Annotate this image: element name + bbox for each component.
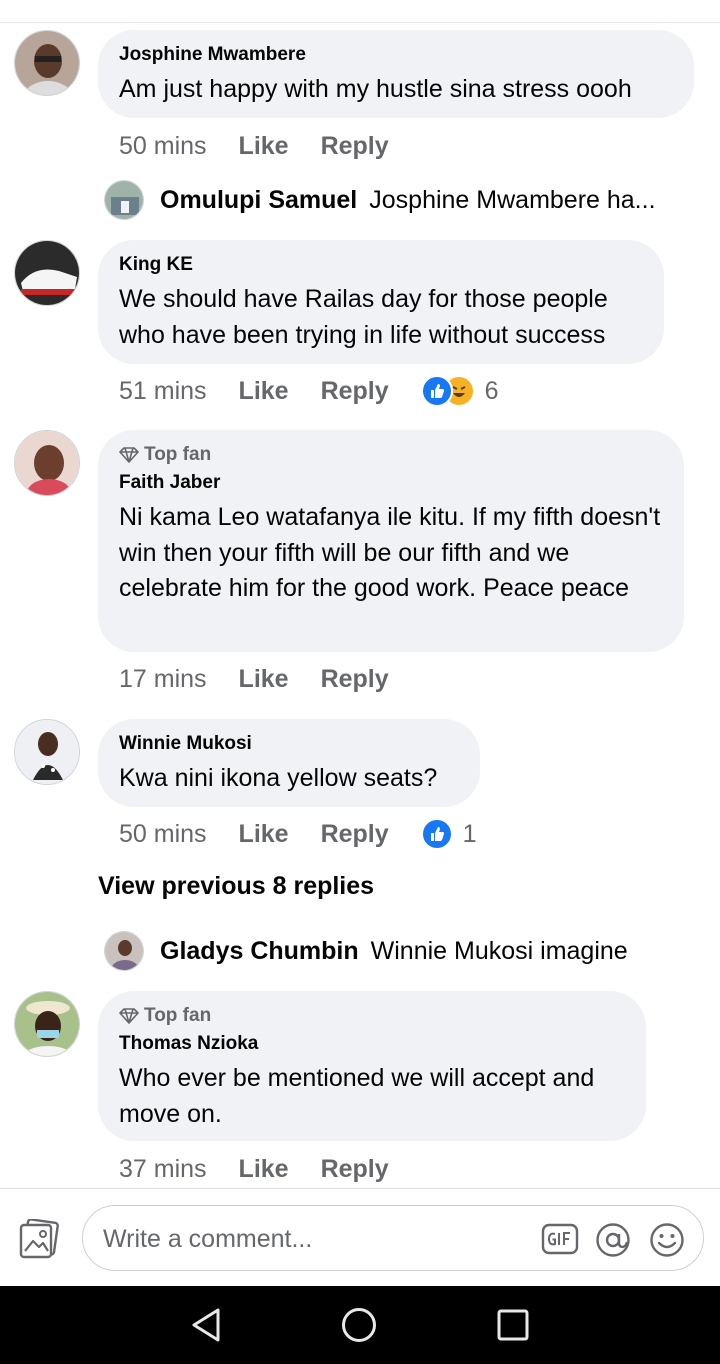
comment-input[interactable] [101,1218,525,1260]
comment-actions: 51 mins Like Reply 6 [119,371,499,411]
comment-actions: 50 mins Like Reply [119,126,421,166]
comment-actions: 17 mins Like Reply [119,659,421,699]
like-reaction-icon [420,818,453,850]
top-divider [0,22,720,23]
reply-button[interactable]: Reply [321,820,389,849]
comment-actions: 37 mins Like Reply [119,1149,421,1189]
like-button[interactable]: Like [239,665,289,694]
comment-bubble: Josphine Mwambere Am just happy with my … [98,30,694,118]
emoji-icon[interactable] [649,1222,685,1263]
back-icon[interactable] [188,1306,224,1349]
like-button[interactable]: Like [239,1155,289,1184]
reaction-count: 1 [462,819,477,848]
comment-composer-bar [0,1188,720,1287]
comment-text: We should have Railas day for those peop… [119,285,608,349]
reply-text: Josphine Mwambere ha... [369,185,656,214]
comment-time[interactable]: 50 mins [119,132,207,161]
reply-preview[interactable]: Omulupi Samuel Josphine Mwambere ha... [104,178,656,222]
comment-text: Ni kama Leo watafanya ile kitu. If my fi… [119,503,661,602]
like-reaction-icon [420,375,453,407]
mention-icon[interactable] [595,1222,631,1263]
comment-text: Kwa nini ikona yellow seats? [119,764,438,792]
like-button[interactable]: Like [239,377,289,406]
comment-author[interactable]: Winnie Mukosi [119,733,458,755]
comment-time[interactable]: 50 mins [119,820,207,849]
comment-author[interactable]: Faith Jaber [119,472,662,494]
comment-time[interactable]: 17 mins [119,665,207,694]
comment-author[interactable]: King KE [119,254,642,276]
gif-icon[interactable] [541,1222,579,1261]
comment-bubble: Top fan Thomas Nzioka Who ever be mentio… [98,991,646,1141]
reply-text: Winnie Mukosi imagine [370,936,628,965]
like-button[interactable]: Like [239,820,289,849]
top-fan-badge: Top fan [119,444,662,466]
top-fan-label: Top fan [144,1005,212,1026]
comment-author[interactable]: Josphine Mwambere [119,44,672,66]
reaction-count: 6 [484,376,499,405]
system-nav-bar [0,1286,720,1364]
reply-author: Omulupi Samuel [160,185,358,214]
reply-button[interactable]: Reply [321,1155,389,1184]
reply-preview[interactable]: Gladys Chumbin Winnie Mukosi imagine [104,929,628,973]
diamond-icon [119,1008,139,1024]
comment-bubble: King KE We should have Railas day for th… [98,240,664,364]
reactions-summary[interactable]: 6 [420,375,499,407]
reply-button[interactable]: Reply [321,665,389,694]
comment-author[interactable]: Thomas Nzioka [119,1033,624,1055]
reactions-summary[interactable]: 1 [420,818,477,850]
avatar [104,180,144,220]
comment-text: Am just happy with my hustle sina stress… [119,75,632,103]
avatar[interactable] [14,991,80,1057]
photo-icon[interactable] [18,1218,60,1259]
diamond-icon [119,447,139,463]
like-button[interactable]: Like [239,132,289,161]
avatar [104,931,144,971]
reply-author: Gladys Chumbin [160,936,359,965]
comment-bubble: Winnie Mukosi Kwa nini ikona yellow seat… [98,719,480,807]
top-fan-label: Top fan [144,444,212,465]
avatar[interactable] [14,240,80,306]
recents-icon[interactable] [496,1308,530,1347]
comment-text: Who ever be mentioned we will accept and… [119,1064,595,1128]
reply-button[interactable]: Reply [321,132,389,161]
avatar[interactable] [14,719,80,785]
comment-actions: 50 mins Like Reply 1 [119,814,477,854]
comment-bubble: Top fan Faith Jaber Ni kama Leo watafany… [98,430,684,652]
avatar[interactable] [14,30,80,96]
top-fan-badge: Top fan [119,1005,624,1027]
comment-time[interactable]: 51 mins [119,377,207,406]
view-previous-replies-link[interactable]: View previous 8 replies [98,872,374,901]
home-icon[interactable] [340,1306,378,1349]
comment-time[interactable]: 37 mins [119,1155,207,1184]
avatar[interactable] [14,430,80,496]
comment-input-wrapper [82,1205,704,1271]
reply-button[interactable]: Reply [321,377,389,406]
